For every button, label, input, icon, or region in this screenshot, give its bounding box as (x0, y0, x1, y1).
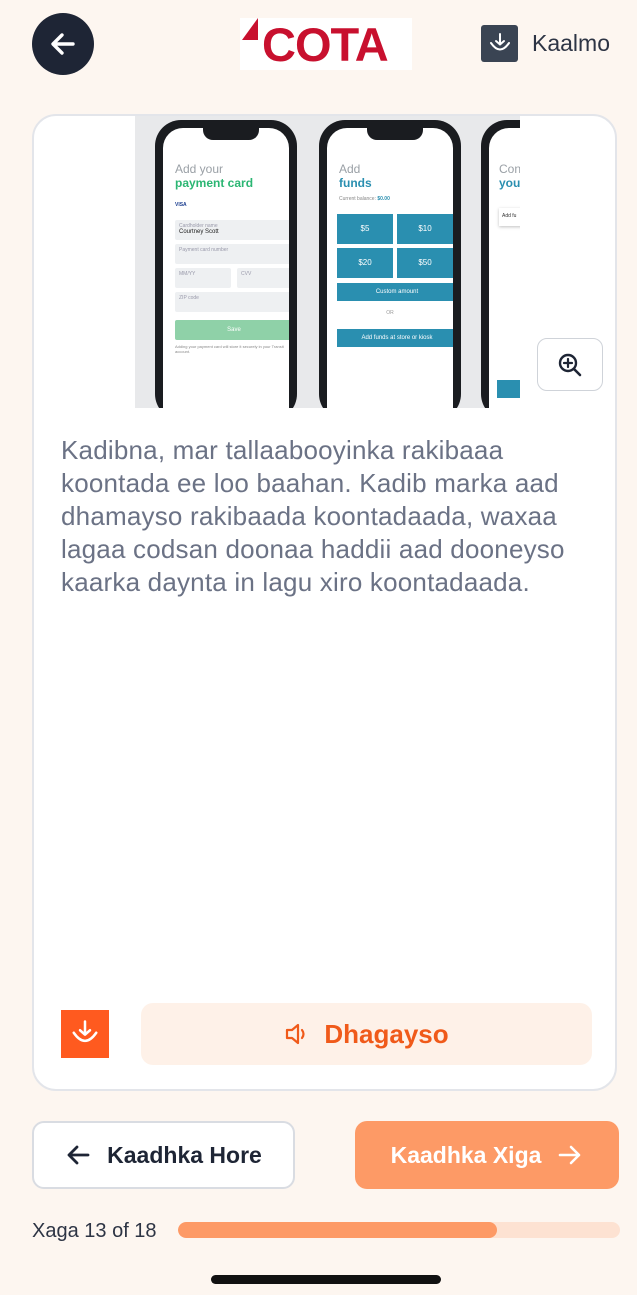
arrow-right-icon (559, 1145, 581, 1165)
progress-bar (178, 1222, 620, 1238)
screen-title: Add (339, 162, 361, 176)
help-smile-icon[interactable] (61, 1010, 109, 1058)
expiry-field: MM/YY (175, 268, 231, 288)
step-counter: Xaga 13 of 18 (32, 1220, 157, 1242)
smile-download-icon (489, 32, 510, 50)
save-button: Save (175, 320, 289, 340)
back-button[interactable] (32, 13, 94, 75)
screen-button (497, 380, 520, 398)
previous-card-button[interactable]: Kaadhka Hore (32, 1121, 295, 1189)
speaker-icon (286, 1023, 305, 1045)
screen-option: Add fu (499, 208, 520, 226)
or-label: OR (386, 310, 394, 316)
app-screens-image: Add your payment card VISA Cardholder na… (135, 116, 520, 408)
progress-fill (178, 1222, 498, 1238)
amount-tile: $20 (337, 248, 393, 278)
amount-tile: $5 (337, 214, 393, 244)
help-smile-icon[interactable] (481, 25, 518, 62)
listen-button[interactable]: Dhagayso (141, 1003, 592, 1065)
arrow-left-icon (67, 1145, 90, 1165)
listen-label: Dhagayso (324, 1018, 449, 1049)
phone-mockup: Confi your Add fu (481, 120, 520, 408)
next-card-label: Kaadhka Xiga (390, 1141, 542, 1168)
logo-mark-icon (242, 18, 258, 40)
cardholder-field: Cardholder name Courtney Scott (175, 220, 289, 240)
content-card: Add your payment card VISA Cardholder na… (32, 114, 617, 1091)
phone-mockup: Add your payment card VISA Cardholder na… (155, 120, 297, 408)
screen-title: Add your (175, 162, 224, 176)
zoom-button[interactable] (537, 338, 603, 391)
custom-amount-button: Custom amount (337, 283, 453, 301)
card-number-field: Payment card number (175, 244, 289, 264)
balance-line: Current balance: $0.00 (339, 196, 390, 202)
phone-mockup: Add funds Current balance: $0.00 $5 $10 … (319, 120, 461, 408)
logo-text: COTA (262, 18, 389, 71)
store-kiosk-button: Add funds at store or kiosk (337, 329, 453, 347)
next-card-button[interactable]: Kaadhka Xiga (355, 1121, 619, 1189)
card-body-text: Kadibna, mar tallaabooyinka rakibaaa koo… (61, 435, 565, 597)
smile-download-icon (72, 1020, 98, 1043)
previous-card-label: Kaadhka Hore (107, 1141, 262, 1168)
cota-logo: COTA (240, 18, 412, 70)
cvv-field: CVV (237, 268, 289, 288)
screen-title-strong: your (499, 176, 520, 190)
amount-tile: $50 (397, 248, 453, 278)
screen-title: Confi (499, 162, 520, 176)
card-footnote: Adding your payment card will store it s… (175, 344, 284, 354)
arrow-left-icon (51, 33, 75, 55)
amount-tile: $10 (397, 214, 453, 244)
home-indicator[interactable] (211, 1275, 441, 1284)
card-logos: VISA (175, 202, 187, 208)
help-label[interactable]: Kaalmo (532, 30, 610, 57)
screen-title-strong: funds (339, 176, 372, 190)
zoom-in-icon (558, 353, 582, 376)
zip-field: ZIP code (175, 292, 289, 312)
screen-title-strong: payment card (175, 176, 254, 190)
